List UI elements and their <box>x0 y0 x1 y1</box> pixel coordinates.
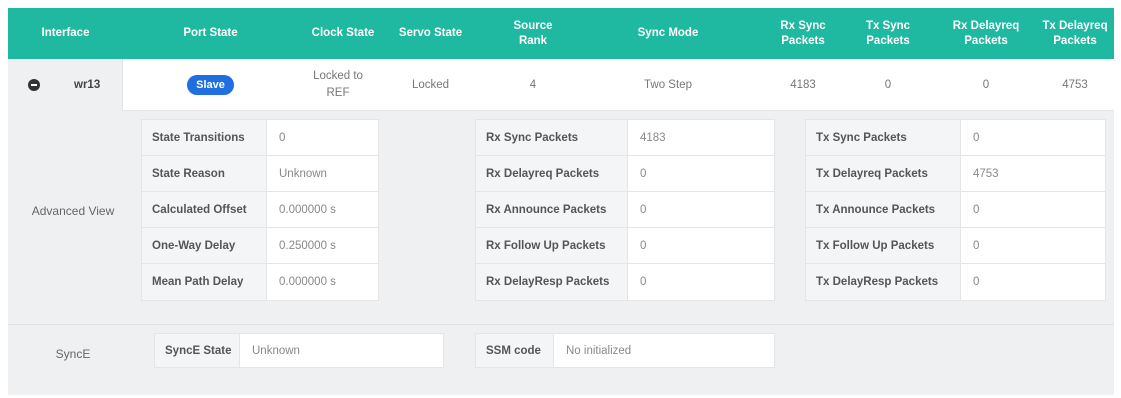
synce-state-value: Unknown <box>252 344 300 357</box>
mean-path-delay-row: Mean Path Delay 0.000000 s <box>142 264 378 300</box>
header-port-state: Port State <box>183 27 238 39</box>
rx-announce-row: Rx Announce Packets 0 <box>476 192 774 228</box>
header-clock-state: Clock State <box>311 27 375 39</box>
rx-delayreq-packets-value: 0 <box>982 78 990 91</box>
mean-path-delay-value: 0.000000 s <box>279 276 336 288</box>
rx-delayresp-label: Rx DelayResp Packets <box>476 264 628 300</box>
clock-state-value: Locked to REF <box>313 70 363 99</box>
rx-announce-value: 0 <box>640 203 647 216</box>
state-panel: State Transitions 0 State Reason Unknown… <box>141 119 379 301</box>
advanced-view-section: Advanced View State Transitions 0 State … <box>8 111 1114 325</box>
ssm-code-label: SSM code <box>476 334 554 367</box>
tx-follow-up-value: 0 <box>973 239 980 252</box>
calculated-offset-row: Calculated Offset 0.000000 s <box>142 192 378 228</box>
state-transitions-label: State Transitions <box>142 120 267 155</box>
mean-path-delay-label: Mean Path Delay <box>142 264 267 300</box>
rx-follow-up-row: Rx Follow Up Packets 0 <box>476 228 774 264</box>
tx-packets-panel: Tx Sync Packets 0 Tx Delayreq Packets 47… <box>805 119 1106 301</box>
source-rank-value: 4 <box>529 78 537 91</box>
header-tx-sync-packets: Tx Sync Packets <box>865 19 911 47</box>
interface-cell: wr13 <box>8 59 123 111</box>
rx-packets-panel: Rx Sync Packets 4183 Rx Delayreq Packets… <box>475 119 775 301</box>
header-source-rank: Source Rank <box>513 19 553 47</box>
rx-sync-row: Rx Sync Packets 4183 <box>476 120 774 156</box>
header-servo-state: Servo State <box>398 27 463 39</box>
header-rx-delayreq-packets: Rx Delayreq Packets <box>952 19 1020 47</box>
sync-mode-value: Two Step <box>644 78 692 91</box>
tx-delayreq-label: Tx Delayreq Packets <box>806 156 961 191</box>
state-transitions-row: State Transitions 0 <box>142 120 378 156</box>
rx-delayresp-row: Rx DelayResp Packets 0 <box>476 264 774 300</box>
interface-name: wr13 <box>74 79 101 91</box>
tx-announce-label: Tx Announce Packets <box>806 192 961 227</box>
tx-announce-value: 0 <box>973 203 980 216</box>
port-state-cell: Slave <box>123 59 298 111</box>
minus-circle-icon[interactable] <box>28 79 40 91</box>
port-state-badge[interactable]: Slave <box>187 75 234 95</box>
ssm-code-box: SSM code No initialized <box>475 333 775 368</box>
state-reason-value: Unknown <box>279 167 327 180</box>
tx-delayreq-row: Tx Delayreq Packets 4753 <box>806 156 1105 192</box>
calculated-offset-label: Calculated Offset <box>142 192 267 227</box>
one-way-delay-row: One-Way Delay 0.250000 s <box>142 228 378 264</box>
tx-sync-row: Tx Sync Packets 0 <box>806 120 1105 156</box>
calculated-offset-value: 0.000000 s <box>279 203 336 216</box>
one-way-delay-label: One-Way Delay <box>142 228 267 263</box>
tx-sync-packets-value: 0 <box>884 78 892 91</box>
tx-delayreq-value: 4753 <box>973 167 999 180</box>
tx-sync-value: 0 <box>973 131 980 144</box>
advanced-view-label: Advanced View <box>31 204 115 218</box>
synce-state-label: SyncE State <box>155 334 240 367</box>
rx-sync-packets-value: 4183 <box>790 78 816 91</box>
state-transitions-value: 0 <box>279 131 286 144</box>
header-interface: Interface <box>41 27 90 39</box>
tx-sync-label: Tx Sync Packets <box>806 120 961 155</box>
rx-delayreq-label: Rx Delayreq Packets <box>476 156 628 191</box>
state-reason-label: State Reason <box>142 156 267 191</box>
rx-sync-value: 4183 <box>640 131 666 144</box>
tx-follow-up-label: Tx Follow Up Packets <box>806 228 961 263</box>
synce-section: SyncE SyncE State Unknown SSM code No in… <box>8 325 1114 395</box>
synce-state-box: SyncE State Unknown <box>154 333 444 368</box>
rx-delayreq-value: 0 <box>640 167 647 180</box>
rx-sync-label: Rx Sync Packets <box>476 120 628 155</box>
rx-follow-up-label: Rx Follow Up Packets <box>476 228 628 263</box>
tx-delayreq-packets-value: 4753 <box>1062 78 1088 91</box>
one-way-delay-value: 0.250000 s <box>279 239 336 252</box>
table-row: wr13 Slave Locked to REF Locked 4 Two St… <box>8 59 1114 111</box>
tx-delayresp-row: Tx DelayResp Packets 0 <box>806 264 1105 300</box>
rx-announce-label: Rx Announce Packets <box>476 192 628 227</box>
tx-delayresp-value: 0 <box>973 276 980 288</box>
header-rx-sync-packets: Rx Sync Packets <box>780 19 826 47</box>
rx-delayreq-row: Rx Delayreq Packets 0 <box>476 156 774 192</box>
synce-label: SyncE <box>55 347 91 361</box>
tx-announce-row: Tx Announce Packets 0 <box>806 192 1105 228</box>
ssm-code-value: No initialized <box>566 344 632 357</box>
tx-follow-up-row: Tx Follow Up Packets 0 <box>806 228 1105 264</box>
rx-follow-up-value: 0 <box>640 239 647 252</box>
table-header: Interface Port State Clock State Servo S… <box>8 8 1114 59</box>
header-sync-mode: Sync Mode <box>637 27 699 39</box>
header-tx-delayreq-packets: Tx Delayreq Packets <box>1042 19 1108 47</box>
rx-delayresp-value: 0 <box>640 276 647 288</box>
state-reason-row: State Reason Unknown <box>142 156 378 192</box>
servo-state-value: Locked <box>411 78 450 91</box>
tx-delayresp-label: Tx DelayResp Packets <box>806 264 961 300</box>
